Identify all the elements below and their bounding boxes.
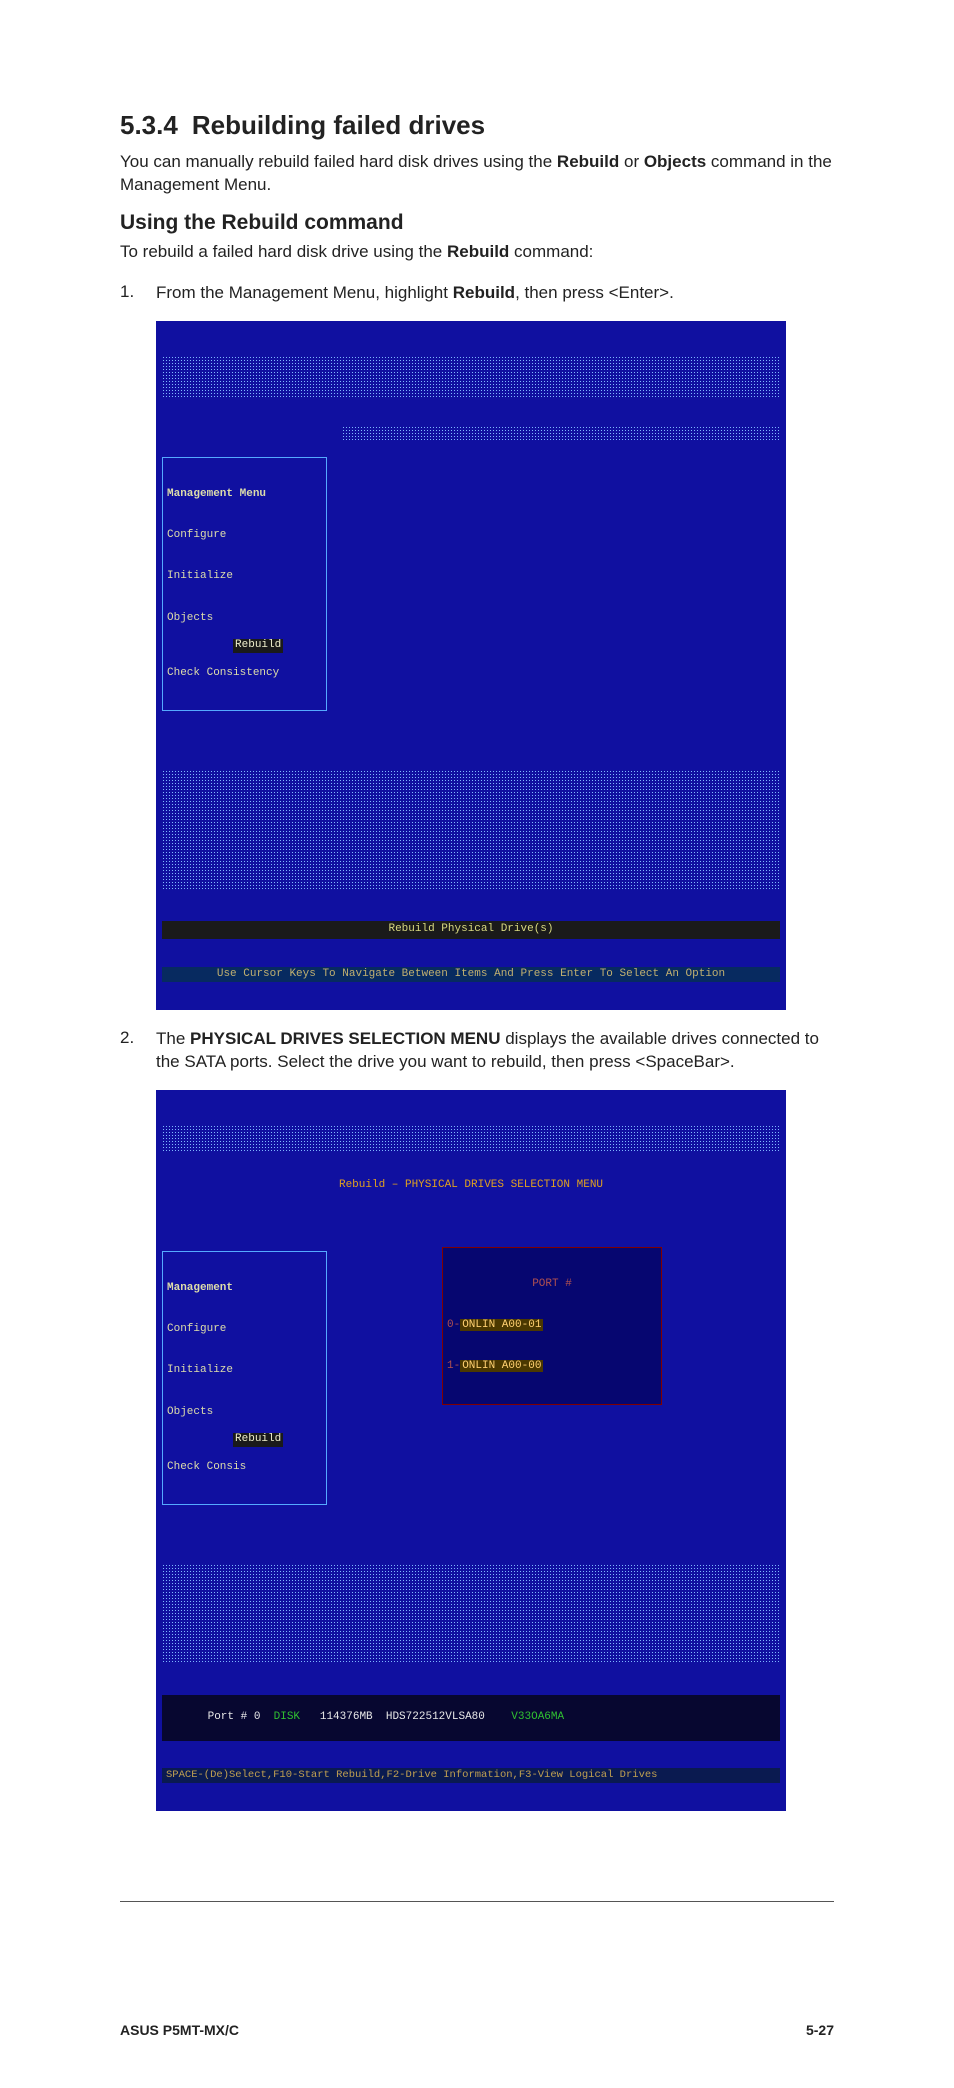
menu2-item-rebuild[interactable]: Rebuild bbox=[233, 1433, 283, 1447]
menu2-item-configure[interactable]: Configure bbox=[167, 1323, 322, 1337]
footer-rule bbox=[120, 1901, 834, 1902]
step-list-cont: 2. The PHYSICAL DRIVES SELECTION MENU di… bbox=[120, 1028, 834, 1074]
drive-disk: DISK bbox=[274, 1711, 300, 1723]
screenshot-2: Rebuild – PHYSICAL DRIVES SELECTION MENU… bbox=[156, 1090, 786, 1811]
drive-fw: V33OA6MA bbox=[511, 1711, 564, 1723]
ss2-main-row: Management Configure Initialize Objects … bbox=[162, 1220, 780, 1537]
ss1-footer-bar: Rebuild Physical Drive(s) bbox=[162, 921, 780, 939]
step-2: 2. The PHYSICAL DRIVES SELECTION MENU di… bbox=[120, 1028, 834, 1074]
menu2-item-objects[interactable]: Objects bbox=[167, 1406, 322, 1420]
ss1-menu-col: Management Menu Configure Initialize Obj… bbox=[162, 426, 342, 743]
sub-intro-bold: Rebuild bbox=[447, 242, 509, 261]
step-1-body: From the Management Menu, highlight Rebu… bbox=[156, 282, 834, 305]
screenshot-1-body: Management Menu Configure Initialize Obj… bbox=[156, 321, 786, 1010]
ss2-drive-bar: Port # 0 DISK 114376MB HDS722512VLSA80 V… bbox=[162, 1695, 780, 1740]
menu2-item-check-consis[interactable]: Check Consis bbox=[167, 1461, 322, 1475]
subheading: Using the Rebuild command bbox=[120, 211, 834, 235]
step-2-pre: The bbox=[156, 1029, 190, 1048]
section-title-text: Rebuilding failed drives bbox=[192, 110, 485, 140]
section-title: 5.3.4 Rebuilding failed drives bbox=[120, 110, 834, 141]
management-menu[interactable]: Management Menu Configure Initialize Obj… bbox=[162, 457, 327, 711]
screenshot-1: Management Menu Configure Initialize Obj… bbox=[156, 321, 786, 1010]
step-1-bold: Rebuild bbox=[453, 283, 515, 302]
intro-paragraph: You can manually rebuild failed hard dis… bbox=[120, 151, 834, 197]
intro-bold-rebuild: Rebuild bbox=[557, 152, 619, 171]
step-1-pre: From the Management Menu, highlight bbox=[156, 283, 453, 302]
section-number: 5.3.4 bbox=[120, 110, 178, 141]
step-1-post: , then press <Enter>. bbox=[515, 283, 674, 302]
footer-right: 5-27 bbox=[806, 2022, 834, 2038]
drive-size: 114376MB bbox=[320, 1711, 373, 1723]
ss1-menu-fill bbox=[342, 426, 780, 440]
menu-item-initialize[interactable]: Initialize bbox=[167, 570, 322, 584]
intro-mid: or bbox=[619, 152, 644, 171]
step-1-number: 1. bbox=[120, 282, 156, 305]
ss2-menu-col: Management Configure Initialize Objects … bbox=[162, 1220, 342, 1537]
ss2-filler-mid bbox=[162, 1564, 780, 1664]
ss2-right-col: PORT # 0-ONLIN A00-01 1-ONLIN A00-00 bbox=[342, 1220, 780, 1537]
ss1-help-bar: Use Cursor Keys To Navigate Between Item… bbox=[162, 967, 780, 983]
step-1: 1. From the Management Menu, highlight R… bbox=[120, 282, 834, 305]
screenshot-2-body: Rebuild – PHYSICAL DRIVES SELECTION MENU… bbox=[156, 1090, 786, 1811]
step-2-body: The PHYSICAL DRIVES SELECTION MENU displ… bbox=[156, 1028, 834, 1074]
menu-item-rebuild[interactable]: Rebuild bbox=[233, 639, 283, 653]
ss2-top-banner: Rebuild – PHYSICAL DRIVES SELECTION MENU bbox=[162, 1179, 780, 1193]
menu2-item-initialize[interactable]: Initialize bbox=[167, 1364, 322, 1378]
ss1-menu-row: Management Menu Configure Initialize Obj… bbox=[162, 426, 780, 743]
step-list: 1. From the Management Menu, highlight R… bbox=[120, 282, 834, 305]
ss2-help-bar: SPACE-(De)Select,F10-Start Rebuild,F2-Dr… bbox=[162, 1768, 780, 1783]
drive-model: HDS722512VLSA80 bbox=[386, 1711, 485, 1723]
menu-item-configure[interactable]: Configure bbox=[167, 529, 322, 543]
management-menu-2[interactable]: Management Configure Initialize Objects … bbox=[162, 1251, 327, 1505]
ss1-filler-mid bbox=[162, 770, 780, 890]
management-menu-2-title: Management bbox=[167, 1282, 233, 1294]
intro-bold-objects: Objects bbox=[644, 152, 706, 171]
ss2-banner-prefix: Rebuild – bbox=[339, 1179, 405, 1191]
step-2-bold: PHYSICAL DRIVES SELECTION MENU bbox=[190, 1029, 500, 1048]
footer-left: ASUS P5MT-MX/C bbox=[120, 2022, 239, 2038]
management-menu-title: Management Menu bbox=[167, 488, 266, 500]
step-2-number: 2. bbox=[120, 1028, 156, 1074]
port-0-idx: 0- bbox=[447, 1319, 460, 1331]
menu-item-check-consistency[interactable]: Check Consistency bbox=[167, 667, 322, 681]
port-1-idx: 1- bbox=[447, 1360, 460, 1372]
port-0-status: ONLIN A00-01 bbox=[460, 1319, 543, 1331]
ss1-filler-top bbox=[162, 356, 780, 398]
port-box-title: PORT # bbox=[447, 1278, 657, 1292]
sub-intro-pre: To rebuild a failed hard disk drive usin… bbox=[120, 242, 447, 261]
ss2-banner-main: PHYSICAL DRIVES SELECTION MENU bbox=[405, 1179, 603, 1191]
menu-item-objects[interactable]: Objects bbox=[167, 612, 322, 626]
intro-pre: You can manually rebuild failed hard dis… bbox=[120, 152, 557, 171]
ss2-filler-top bbox=[162, 1125, 780, 1151]
port-1-status: ONLIN A00-00 bbox=[460, 1360, 543, 1372]
sub-intro-paragraph: To rebuild a failed hard disk drive usin… bbox=[120, 241, 834, 264]
port-line-0[interactable]: 0-ONLIN A00-01 bbox=[447, 1319, 657, 1333]
port-selection-box[interactable]: PORT # 0-ONLIN A00-01 1-ONLIN A00-00 bbox=[442, 1247, 662, 1404]
port-line-1[interactable]: 1-ONLIN A00-00 bbox=[447, 1360, 657, 1374]
page-footer: ASUS P5MT-MX/C 5-27 bbox=[120, 2022, 834, 2038]
drive-port: Port # 0 bbox=[208, 1711, 261, 1723]
sub-intro-post: command: bbox=[509, 242, 593, 261]
